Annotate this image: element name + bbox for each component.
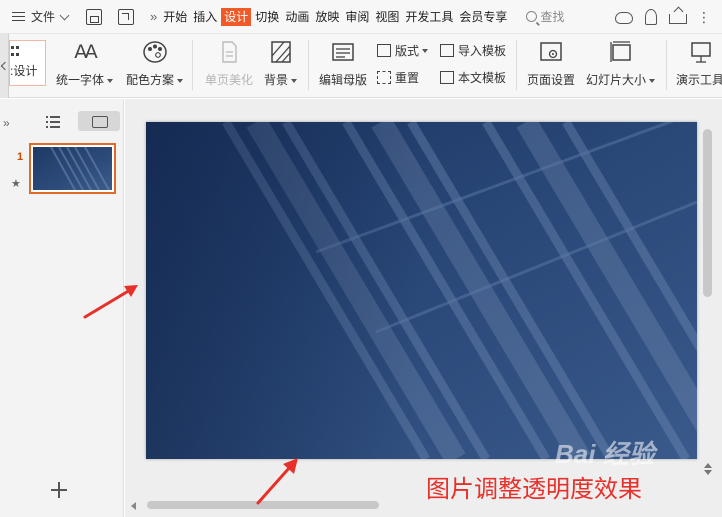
tab-home[interactable]: 开始 xyxy=(161,8,189,26)
tab-insert[interactable]: 插入 xyxy=(191,8,219,26)
more-options-icon[interactable]: ⋮ xyxy=(697,10,712,24)
present-tools-button[interactable]: 演示工具 xyxy=(676,40,722,88)
unify-font-button[interactable]: AA 统一字体 xyxy=(56,40,114,88)
layout-label: 版式 xyxy=(395,44,420,58)
slides-view-icon[interactable] xyxy=(78,111,120,131)
vertical-scroll-thumb[interactable] xyxy=(703,129,712,297)
add-slide-icon[interactable] xyxy=(51,482,67,498)
ribbon-scroll-left-button[interactable] xyxy=(0,34,9,98)
tab-animation[interactable]: 动画 xyxy=(283,8,311,26)
single-page-beautify-button[interactable]: 单页美化 xyxy=(205,40,253,88)
collaborate-icon[interactable] xyxy=(645,9,657,25)
caret-down-icon xyxy=(177,78,184,83)
background-icon xyxy=(268,40,294,64)
ribbon-separator xyxy=(666,40,667,90)
present-tools-label: 演示工具 xyxy=(676,73,722,87)
search-icon xyxy=(526,11,538,22)
tab-design[interactable]: 设计 xyxy=(221,7,252,26)
outline-view-icon[interactable] xyxy=(46,116,60,128)
template-icon xyxy=(440,71,454,84)
export-icon[interactable] xyxy=(118,8,135,25)
page-setup-label: 页面设置 xyxy=(527,73,576,87)
layout-icon xyxy=(377,44,391,57)
edit-master-label: 编辑母版 xyxy=(319,73,368,87)
scroll-left-icon[interactable] xyxy=(131,502,136,510)
annotation-caption: 图片调整透明度效果 xyxy=(426,476,642,503)
ribbon-separator xyxy=(308,40,309,90)
slide-background-image xyxy=(146,122,697,459)
reset-button[interactable]: 重置 xyxy=(377,69,419,86)
watermark-text: Bai 经验 xyxy=(555,439,655,469)
caret-down-icon xyxy=(291,78,298,83)
annotation-arrow-bottom-icon xyxy=(256,458,298,505)
master-slide-icon xyxy=(330,40,356,64)
palette-icon xyxy=(142,40,168,64)
search-label: 查找 xyxy=(540,10,565,24)
slide-number: 1 xyxy=(17,151,24,163)
hamburger-icon xyxy=(12,11,25,22)
slide-size-icon xyxy=(608,40,634,64)
caret-down-icon xyxy=(649,78,656,83)
chevron-down-icon xyxy=(59,10,70,20)
tab-view[interactable]: 视图 xyxy=(373,8,401,26)
tab-transition[interactable]: 切换 xyxy=(253,8,281,26)
background-button[interactable]: 背景 xyxy=(264,40,298,88)
this-template-button[interactable]: 本文模板 xyxy=(440,69,506,86)
share-icon[interactable] xyxy=(669,14,687,24)
ribbon-separator xyxy=(192,40,193,90)
save-icon[interactable] xyxy=(86,8,103,25)
search-box[interactable]: 查找 xyxy=(526,8,564,25)
import-template-label: 导入模板 xyxy=(458,44,507,58)
more-tools-icon[interactable]: » xyxy=(150,9,157,24)
page-icon xyxy=(216,40,242,64)
ribbon-toolbar: :设计 AA 统一字体 配色方案 单页美化 背景 编辑母版 版式 重置 导入模板… xyxy=(0,34,722,98)
import-template-button[interactable]: 导入模板 xyxy=(440,42,506,59)
import-icon xyxy=(440,44,454,57)
file-menu-label: 文件 xyxy=(31,10,56,24)
slide-size-label: 幻灯片大小 xyxy=(586,73,647,87)
slide-thumbnail[interactable] xyxy=(29,143,116,194)
tab-developer[interactable]: 开发工具 xyxy=(403,8,455,26)
current-slide[interactable] xyxy=(146,122,697,459)
unify-font-label: 统一字体 xyxy=(56,73,105,87)
grid-icon xyxy=(11,46,19,56)
this-template-label: 本文模板 xyxy=(458,71,507,85)
annotation-arrow-left-icon xyxy=(83,285,138,319)
design-gallery-button[interactable]: :设计 xyxy=(9,40,46,86)
single-page-beautify-label: 单页美化 xyxy=(205,73,254,87)
color-scheme-label: 配色方案 xyxy=(126,73,175,87)
page-navigation-arrows[interactable] xyxy=(703,461,713,487)
tab-review[interactable]: 审阅 xyxy=(343,8,371,26)
menu-bar: 文件 » 开始 插入 设计 切换 动画 放映 审阅 视图 开发工具 会员专享 查… xyxy=(0,0,722,34)
background-label: 背景 xyxy=(264,73,289,87)
reset-icon xyxy=(377,71,391,84)
edit-master-button[interactable]: 编辑母版 xyxy=(319,40,367,88)
animation-star-icon: ★ xyxy=(11,178,21,190)
reset-label: 重置 xyxy=(395,71,420,85)
file-menu[interactable]: 文件 xyxy=(0,0,78,34)
cloud-sync-icon[interactable] xyxy=(615,12,633,24)
caret-down-icon xyxy=(107,78,114,83)
page-setup-icon xyxy=(538,40,564,64)
ribbon-tabs: 开始 插入 设计 切换 动画 放映 审阅 视图 开发工具 会员专享 xyxy=(160,0,510,34)
page-setup-button[interactable]: 页面设置 xyxy=(527,40,575,88)
vertical-scrollbar[interactable] xyxy=(701,123,714,423)
window-tools: ⋮ xyxy=(609,0,722,34)
tab-slideshow[interactable]: 放映 xyxy=(313,8,341,26)
color-scheme-button[interactable]: 配色方案 xyxy=(126,40,184,88)
design-gallery-label: :设计 xyxy=(10,64,38,78)
caret-down-icon xyxy=(422,48,429,53)
layout-button[interactable]: 版式 xyxy=(377,42,429,59)
slide-size-button[interactable]: 幻灯片大小 xyxy=(586,40,656,88)
tab-member[interactable]: 会员专享 xyxy=(457,8,509,26)
previous-page-icon[interactable] xyxy=(704,463,712,468)
present-tools-icon xyxy=(687,40,713,64)
slide-thumbnail-image xyxy=(33,147,112,190)
next-page-icon[interactable] xyxy=(704,470,712,475)
slide-editing-canvas: Bai 经验 图片调整透明度效果 xyxy=(125,99,722,517)
expand-panel-icon[interactable]: » xyxy=(3,116,10,130)
font-icon: AA xyxy=(74,41,98,63)
ribbon-separator xyxy=(516,40,517,90)
